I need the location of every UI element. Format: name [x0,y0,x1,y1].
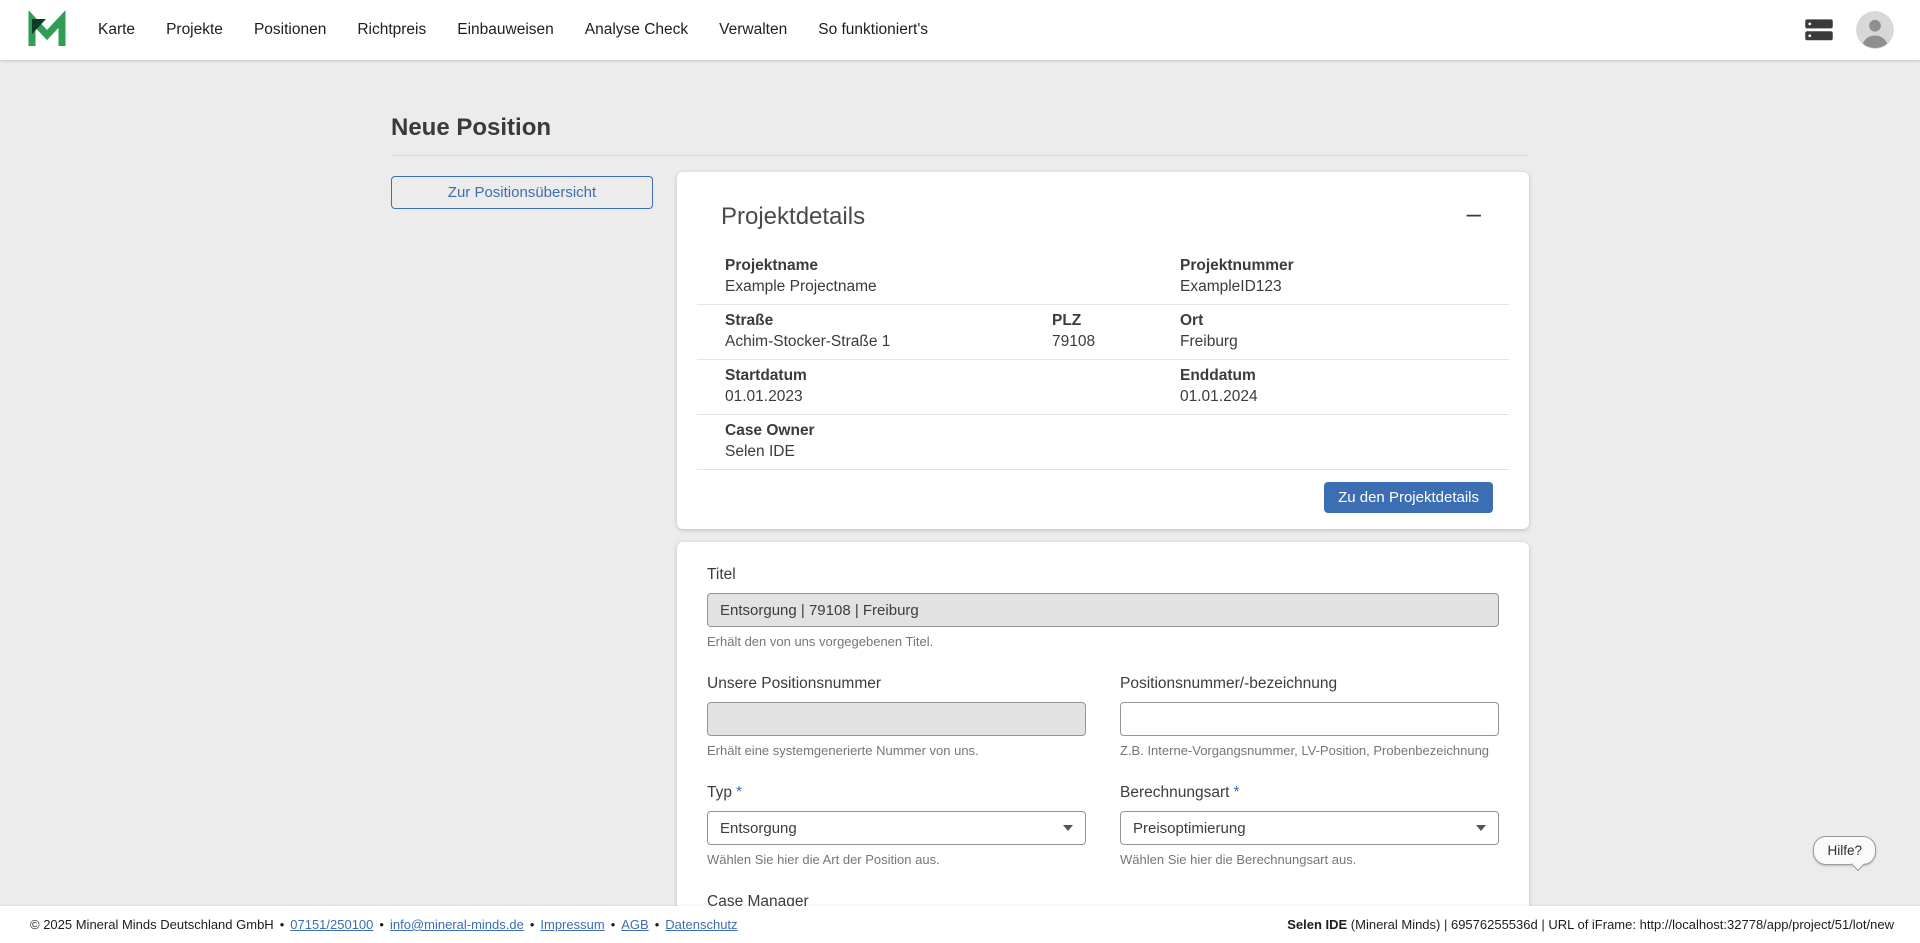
plz-value: 79108 [1052,333,1180,351]
nav-item-karte[interactable]: Karte [98,21,135,39]
required-marker: * [736,784,742,801]
project-details-table: Projektname Example Projectname Projektn… [697,250,1509,470]
plz-label: PLZ [1052,312,1180,330]
project-details-card: Projektdetails – Projektname Example Pro… [677,172,1529,529]
startdatum-value: 01.01.2023 [725,388,1052,406]
logo-m-icon [26,10,68,50]
case-owner-value: Selen IDE [725,443,1052,461]
unsere-positionsnummer-helper: Erhält eine systemgenerierte Nummer von … [707,743,1086,758]
footer-separator: • [655,917,660,932]
nav-item-verwalten[interactable]: Verwalten [719,21,787,39]
footer-session-details: (Mineral Minds) | 69576255536d | URL of … [1347,917,1894,932]
startdatum-label: Startdatum [725,367,1052,385]
footer: © 2025 Mineral Minds Deutschland GmbH • … [0,906,1920,943]
ort-value: Freiburg [1180,333,1509,351]
footer-link-email[interactable]: info@mineral-minds.de [390,917,524,932]
user-avatar[interactable] [1856,11,1894,49]
footer-separator: • [611,917,616,932]
nav-item-richtpreis[interactable]: Richtpreis [357,21,426,39]
projektnummer-value: ExampleID123 [1180,278,1509,296]
strasse-label: Straße [725,312,1052,330]
right-column: Projektdetails – Projektname Example Pro… [677,172,1529,906]
required-marker: * [1233,784,1239,801]
projektname-label: Projektname [725,257,1052,275]
positionsnummer-input[interactable] [1120,702,1499,736]
unsere-positionsnummer-label: Unsere Positionsnummer [707,675,1086,693]
unsere-positionsnummer-input [707,702,1086,736]
nav-item-positionen[interactable]: Positionen [254,21,326,39]
case-owner-label: Case Owner [725,422,1052,440]
titel-helper: Erhält den von uns vorgegebenen Titel. [707,634,1499,649]
case-manager-label: Case Manager [707,893,1499,906]
berechnungsart-field: Berechnungsart* Preisoptimierung Wählen … [1120,784,1499,867]
footer-link-impressum[interactable]: Impressum [540,917,604,932]
nav-item-einbauweisen[interactable]: Einbauweisen [457,21,554,39]
typ-select-value: Entsorgung [720,820,797,837]
footer-link-phone[interactable]: 07151/250100 [290,917,373,932]
help-button[interactable]: Hilfe? [1813,836,1876,865]
positionsnummer-helper: Z.B. Interne-Vorgangsnummer, LV-Position… [1120,743,1499,758]
ort-label: Ort [1180,312,1509,330]
berechnungsart-select[interactable]: Preisoptimierung [1120,811,1499,845]
projektname-value: Example Projectname [725,278,1052,296]
enddatum-value: 01.01.2024 [1180,388,1509,406]
person-icon [1856,11,1894,49]
case-manager-field: Case Manager [707,893,1499,906]
footer-separator: • [280,917,285,932]
titel-field: Titel Erhält den von uns vorgegebenen Ti… [707,566,1499,649]
chevron-down-icon [1476,825,1486,831]
berechnungsart-helper: Wählen Sie hier die Berechnungsart aus. [1120,852,1499,867]
copyright-text: © 2025 Mineral Minds Deutschland GmbH [30,917,274,932]
footer-separator: • [530,917,535,932]
footer-link-datenschutz[interactable]: Datenschutz [665,917,737,932]
typ-select[interactable]: Entsorgung [707,811,1086,845]
berechnungsart-label-text: Berechnungsart [1120,784,1229,801]
enddatum-label: Enddatum [1180,367,1509,385]
typ-label: Typ* [707,784,1086,802]
typ-field: Typ* Entsorgung Wählen Sie hier die Art … [707,784,1086,867]
footer-session-info: Selen IDE (Mineral Minds) | 69576255536d… [1287,917,1894,932]
chevron-down-icon [1063,825,1073,831]
mineral-minds-logo[interactable] [26,10,68,50]
position-overview-button[interactable]: Zur Positionsübersicht [391,176,653,209]
project-details-button[interactable]: Zu den Projektdetails [1324,482,1493,513]
main-nav: Karte Projekte Positionen Richtpreis Ein… [98,21,928,39]
strasse-value: Achim-Stocker-Straße 1 [725,333,1052,351]
berechnungsart-label: Berechnungsart* [1120,784,1499,802]
page-title: Neue Position [391,60,1529,142]
collapse-icon[interactable]: – [1463,202,1485,224]
berechnungsart-select-value: Preisoptimierung [1133,820,1246,837]
footer-user-name: Selen IDE [1287,917,1347,932]
nav-item-so-funktionierts[interactable]: So funktioniert's [818,21,928,39]
titel-input [707,593,1499,627]
unsere-positionsnummer-field: Unsere Positionsnummer Erhält eine syste… [707,675,1086,758]
typ-helper: Wählen Sie hier die Art der Position aus… [707,852,1086,867]
titel-label: Titel [707,566,1499,584]
main-content: Neue Position Zur Positionsübersicht Pro… [0,60,1920,906]
top-navbar: Karte Projekte Positionen Richtpreis Ein… [0,0,1920,60]
nav-item-projekte[interactable]: Projekte [166,21,223,39]
table-row: Straße Achim-Stocker-Straße 1 PLZ 79108 … [697,305,1509,360]
positionsnummer-label: Positionsnummer/-bezeichnung [1120,675,1499,693]
footer-link-agb[interactable]: AGB [621,917,648,932]
footer-left: © 2025 Mineral Minds Deutschland GmbH • … [30,917,738,932]
position-form-card: Titel Erhält den von uns vorgegebenen Ti… [677,542,1529,906]
nav-item-analyse-check[interactable]: Analyse Check [585,21,688,39]
table-row: Projektname Example Projectname Projektn… [697,250,1509,305]
typ-label-text: Typ [707,784,732,801]
left-column: Zur Positionsübersicht [391,172,653,209]
projektnummer-label: Projektnummer [1180,257,1509,275]
project-card-title: Projektdetails [721,202,865,232]
server-icon[interactable] [1804,17,1834,43]
help-button-label: Hilfe? [1827,843,1862,858]
footer-separator: • [379,917,384,932]
table-row: Case Owner Selen IDE [697,415,1509,470]
table-row: Startdatum 01.01.2023 Enddatum 01.01.202… [697,360,1509,415]
title-divider [391,155,1529,156]
positionsnummer-field: Positionsnummer/-bezeichnung Z.B. Intern… [1120,675,1499,758]
